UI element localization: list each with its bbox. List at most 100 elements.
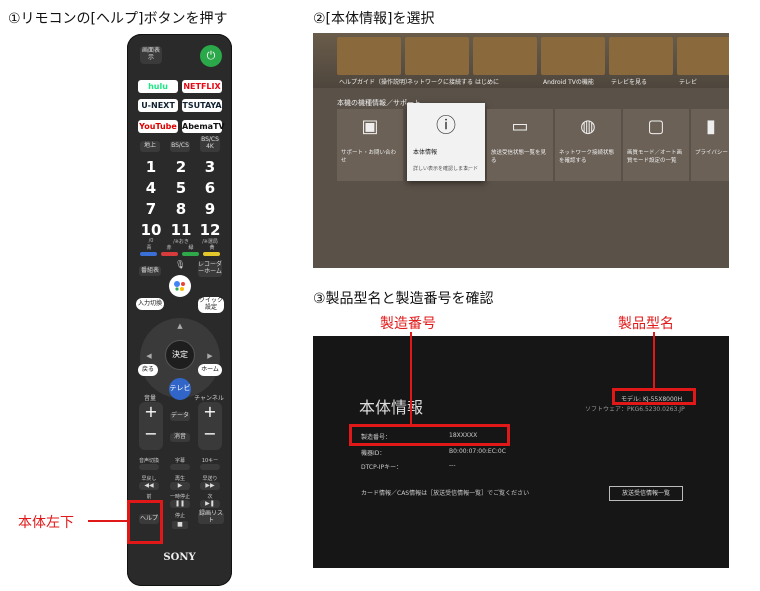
- play-button[interactable]: ▶: [170, 482, 190, 490]
- picture-mode-label: 画質モード／オート画質モード設定の一覧: [627, 150, 683, 165]
- assistant-button[interactable]: [169, 275, 191, 297]
- num-11-button[interactable]: 11: [170, 221, 192, 239]
- bscs-button[interactable]: BS/CS: [170, 141, 190, 152]
- volume-rocker[interactable]: + −: [139, 402, 163, 450]
- quick-settings-button[interactable]: クイック設定: [198, 297, 224, 313]
- help-highlight-box: [127, 500, 163, 544]
- netflix-button[interactable]: NETFLIX: [182, 80, 222, 93]
- card-info-notice: カード情報／CAS情報は［放送受信情報一覧］でご覧ください: [361, 490, 530, 497]
- software-row: ソフトウェア：PKG6.5230.0263.JP: [585, 406, 685, 413]
- youtube-button[interactable]: YouTube: [138, 120, 178, 133]
- help-menu-screen: ヘルプガイド（操作説明） ネットワークに接続する はじめに Android TV…: [313, 33, 729, 268]
- audio-switch-label: 音声切換: [138, 458, 159, 464]
- rewind-icon: ◀◀: [144, 481, 154, 489]
- audio-switch-button[interactable]: [139, 464, 159, 470]
- unext-button[interactable]: U-NEXT: [138, 99, 178, 112]
- network-status-card[interactable]: ◍ ネットワーク接続状態を確認する: [555, 109, 621, 181]
- subtitle-button[interactable]: [170, 464, 190, 470]
- recording-list-button[interactable]: 録画リスト: [198, 511, 224, 524]
- network-tile[interactable]: [405, 37, 469, 75]
- pause-button[interactable]: ❚❚: [170, 500, 190, 508]
- power-button[interactable]: ⏻: [200, 45, 222, 67]
- help-pointer-line: [88, 520, 127, 522]
- home-button[interactable]: ホーム: [198, 364, 222, 376]
- num-8-button[interactable]: 8: [170, 200, 192, 218]
- subtitle-label: 字幕: [174, 458, 185, 464]
- program-guide-button[interactable]: 番組表: [139, 266, 161, 276]
- minus-icon: −: [203, 424, 217, 443]
- device-info-title: 本体情報: [359, 398, 424, 417]
- num-10-button[interactable]: 10: [140, 221, 162, 239]
- volume-label: 音量: [143, 395, 156, 402]
- google-assistant-icon: [174, 281, 185, 291]
- channel-label: チャンネル: [194, 395, 224, 402]
- channel-rocker[interactable]: + −: [198, 402, 222, 450]
- step2-heading: ②[本体情報]を選択: [313, 11, 435, 27]
- dtcp-key-value: ---: [449, 462, 456, 469]
- next-button[interactable]: ▶❚: [200, 500, 220, 508]
- support-icon: ▣: [361, 116, 379, 137]
- next-label: 次: [207, 494, 213, 500]
- device-id-value: B0:00:07:00:EC:0C: [449, 448, 506, 455]
- stop-button[interactable]: ■: [172, 521, 188, 529]
- serial-number-pointer-line: [410, 332, 412, 424]
- green-button[interactable]: [182, 252, 199, 256]
- device-info-card[interactable]: ⓘ 本体情報 詳しい表示を確認します。 カード: [407, 103, 485, 181]
- android-tv-tile[interactable]: [541, 37, 605, 75]
- num-2-button[interactable]: 2: [170, 158, 192, 176]
- enter-button[interactable]: 決定: [165, 340, 195, 370]
- ffwd-label: 早送り: [202, 476, 218, 482]
- num-6-button[interactable]: 6: [199, 179, 221, 197]
- num-12-button[interactable]: 12: [199, 221, 221, 239]
- terrestrial-button[interactable]: 地上: [140, 141, 160, 152]
- minus-icon: −: [144, 424, 158, 443]
- privacy-card[interactable]: ▮ プライバシー: [691, 109, 729, 181]
- broadcast-status-label: 放送受信状態一覧を見る: [491, 150, 547, 165]
- tv-signal-icon: ▭: [511, 116, 529, 137]
- input-switch-button[interactable]: 入力切換: [136, 298, 164, 310]
- device-info-label: 本体情報: [413, 149, 438, 156]
- rewind-label: 早戻し: [141, 476, 157, 482]
- abematv-button[interactable]: AbemaTV: [182, 120, 225, 133]
- support-card[interactable]: ▣ サポート・お問い合わせ: [337, 109, 403, 181]
- screen-display-button[interactable]: 画面表示: [140, 46, 162, 64]
- bscs-4k-button[interactable]: BS/CS 4K: [200, 136, 220, 152]
- red-button[interactable]: [161, 252, 178, 256]
- network-label: ネットワークに接続する: [407, 79, 474, 86]
- ten-key-button[interactable]: [200, 464, 220, 470]
- num-1-button[interactable]: 1: [140, 158, 162, 176]
- getting-started-tile[interactable]: [473, 37, 537, 75]
- privacy-icon: ▮: [706, 116, 716, 137]
- prev-label: 前: [146, 494, 152, 500]
- num-5-button[interactable]: 5: [170, 179, 192, 197]
- broadcast-info-list-button[interactable]: 放送受信情報一覧: [609, 486, 683, 501]
- pause-label: 一時停止: [169, 494, 190, 500]
- data-button[interactable]: データ: [170, 412, 190, 421]
- num-4-button[interactable]: 4: [140, 179, 162, 197]
- yellow-button[interactable]: [203, 252, 220, 256]
- watch-tv-label: テレビを見る: [611, 79, 648, 86]
- picture-mode-card[interactable]: ▢ 画質モード／オート画質モード設定の一覧: [623, 109, 689, 181]
- tv-button[interactable]: テレビ: [169, 378, 191, 400]
- num-7-button[interactable]: 7: [140, 200, 162, 218]
- num-3-button[interactable]: 3: [199, 158, 221, 176]
- getting-started-label: はじめに: [475, 79, 500, 86]
- ffwd-button[interactable]: ▶▶: [200, 482, 220, 490]
- blue-button[interactable]: [140, 252, 157, 256]
- serial-number-highlight-box: [349, 424, 510, 446]
- red-label: 赤: [166, 245, 172, 251]
- num-9-button[interactable]: 9: [199, 200, 221, 218]
- broadcast-status-card[interactable]: ▭ 放送受信状態一覧を見る: [487, 109, 553, 181]
- stop-label: 停止: [174, 513, 185, 519]
- hulu-button[interactable]: hulu: [138, 80, 178, 93]
- watch-tv-tile[interactable]: [609, 37, 673, 75]
- recorder-home-button[interactable]: レコーダーホーム: [198, 261, 222, 277]
- mute-button[interactable]: 消音: [170, 433, 190, 442]
- tsutaya-button[interactable]: TSUTAYA: [182, 99, 222, 112]
- blue-label: 青: [146, 245, 152, 251]
- step1-heading: ①リモコンの[ヘルプ]ボタンを押す: [8, 11, 228, 27]
- tv-tile[interactable]: [677, 37, 729, 75]
- back-button[interactable]: 戻る: [138, 364, 158, 376]
- help-guide-tile[interactable]: [337, 37, 401, 75]
- rewind-button[interactable]: ◀◀: [139, 482, 159, 490]
